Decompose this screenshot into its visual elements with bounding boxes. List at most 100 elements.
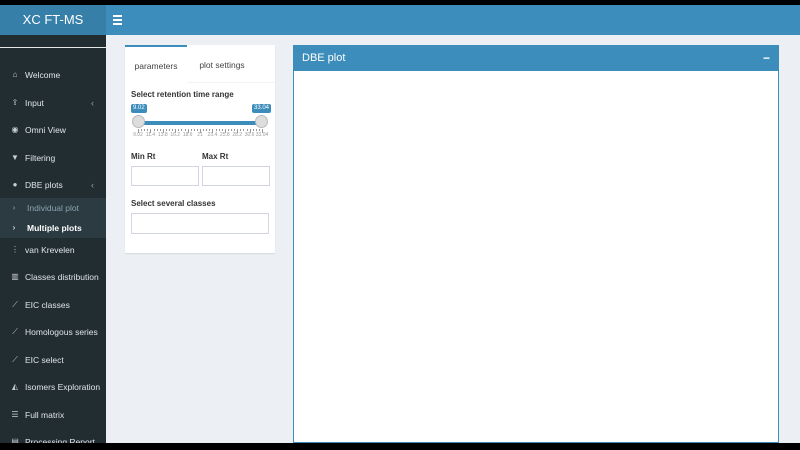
sidebar-toggle-icon[interactable] — [113, 13, 123, 27]
home-icon: ⌂ — [12, 70, 18, 79]
slider-tick — [215, 129, 217, 131]
slider-tick — [144, 129, 146, 131]
slider-tick — [231, 129, 232, 131]
slider-tick — [234, 129, 236, 131]
sidebar-item-classes-distribution[interactable]: ▥ Classes distribution — [0, 266, 106, 288]
eye-icon: ◉ — [11, 125, 19, 134]
slider-tick-label: 25.8 — [219, 132, 230, 138]
slider-to-value: 33.04 — [252, 104, 272, 113]
slider-tick — [141, 129, 143, 131]
upload-icon: ⇪ — [11, 98, 19, 107]
classes-select[interactable] — [131, 213, 269, 234]
slider-tick — [165, 129, 167, 131]
parameters-panel: parameters plot settings Select retentio… — [125, 45, 275, 253]
chevron-left-icon: ‹ — [91, 98, 94, 108]
list-icon: ☰ — [11, 410, 19, 419]
sidebar-item-label: Isomers Exploration — [25, 382, 101, 392]
sidebar-item-filtering[interactable]: ▼ Filtering — [0, 147, 106, 169]
sidebar-item-omni-view[interactable]: ◉ Omni View — [0, 119, 106, 141]
vertical-dots-icon: ⋮ — [11, 245, 19, 254]
line-chart-icon: ⟋ — [12, 327, 18, 336]
slider-tick — [172, 129, 174, 131]
app-logo[interactable]: XC FT-MS — [0, 5, 106, 35]
slider-handle-from[interactable] — [132, 115, 145, 128]
slider-tick — [221, 129, 223, 131]
slider-tick — [159, 129, 161, 131]
slider-tick — [181, 129, 183, 131]
bar-chart-icon: ▥ — [11, 272, 19, 281]
slider-tick-label: 11.4 — [145, 132, 156, 138]
slider-tick — [227, 129, 229, 131]
slider-tick — [258, 129, 260, 131]
file-icon: ▤ — [11, 437, 19, 443]
slider-tick-label: 21 — [197, 132, 203, 138]
sidebar-item-label: Input — [25, 98, 44, 108]
slider-tick — [252, 129, 254, 131]
sidebar-item-label: Individual plot — [27, 203, 79, 213]
sidebar-item-processing-report[interactable]: ▤ Processing Report — [0, 431, 106, 443]
retention-time-slider-bar[interactable] — [138, 121, 262, 125]
sidebar-item-eic-select[interactable]: ⟋ EIC select — [0, 349, 106, 371]
collapse-icon[interactable]: − — [763, 46, 770, 71]
slider-from-value: 9.02 — [131, 104, 147, 113]
circle-icon: ● — [12, 180, 18, 189]
slider-tick-label: 33.04 — [255, 132, 269, 138]
sidebar-item-label: Processing Report — [25, 437, 95, 443]
sidebar-item-eic-classes[interactable]: ⟋ EIC classes — [0, 294, 106, 316]
sidebar-subitem-multiple-plots[interactable]: › Multiple plots — [0, 218, 106, 238]
tab-parameters[interactable]: parameters — [125, 45, 187, 84]
slider-tick — [240, 129, 242, 131]
slider-tick-label: 18.6 — [182, 132, 193, 138]
tab-plot-settings[interactable]: plot settings — [189, 45, 255, 82]
slider-tick-label: 28.2 — [232, 132, 243, 138]
retention-time-label: Select retention time range — [131, 90, 234, 99]
slider-tick — [243, 129, 245, 131]
dbe-plot-header: DBE plot − — [294, 46, 778, 71]
classes-label: Select several classes — [131, 199, 216, 208]
sidebar: ⌂ Welcome ⇪ Input ‹ ◉ Omni View ▼ Filter… — [0, 35, 106, 443]
sidebar-item-welcome[interactable]: ⌂ Welcome — [0, 64, 106, 86]
filter-icon: ▼ — [11, 153, 19, 162]
slider-tick — [147, 129, 149, 131]
sidebar-item-input[interactable]: ⇪ Input ‹ — [0, 92, 106, 114]
sidebar-subitem-individual-plot[interactable]: › Individual plot — [0, 198, 106, 218]
slider-tick-label: 30.6 — [244, 132, 255, 138]
slider-tick — [169, 129, 170, 131]
bottom-black-bar — [0, 443, 800, 450]
sidebar-item-label: Omni View — [25, 125, 66, 135]
line-chart-icon: ⟋ — [12, 300, 18, 309]
main-header: XC FT-MS — [0, 5, 800, 35]
area-chart-icon: ◭ — [11, 382, 19, 391]
sidebar-item-label: DBE plots — [25, 180, 63, 190]
max-rt-input[interactable] — [202, 166, 270, 186]
slider-tick — [190, 129, 192, 131]
slider-handle-to[interactable] — [255, 115, 268, 128]
slider-tick — [178, 129, 180, 131]
max-rt-label: Max Rt — [202, 152, 229, 161]
sidebar-item-homologous-series[interactable]: ⟋ Homologous series — [0, 321, 106, 343]
dbe-plot-area — [294, 71, 778, 442]
slider-tick — [255, 129, 257, 131]
dbe-plot-title: DBE plot — [302, 52, 346, 64]
sidebar-item-dbe-plots[interactable]: ● DBE plots ‹ — [0, 174, 106, 196]
sidebar-item-isomers-exploration[interactable]: ◭ Isomers Exploration — [0, 376, 106, 398]
slider-tick — [184, 129, 186, 131]
panel-tabs: parameters plot settings — [125, 45, 275, 84]
sidebar-item-label: Filtering — [25, 153, 56, 163]
sidebar-divider — [0, 47, 106, 48]
sidebar-item-full-matrix[interactable]: ☰ Full matrix — [0, 404, 106, 426]
slider-tick-label: 16.2 — [170, 132, 181, 138]
slider-tick — [246, 129, 248, 131]
sidebar-item-label: Homologous series — [25, 327, 98, 337]
slider-tick — [196, 129, 198, 131]
sidebar-item-van-krevelen[interactable]: ⋮ van Krevelen — [0, 239, 106, 261]
slider-tick — [193, 129, 195, 131]
chevron-right-icon: › — [12, 203, 16, 212]
sidebar-item-label: Welcome — [25, 70, 61, 80]
min-rt-input[interactable] — [131, 166, 199, 186]
sidebar-item-label: Full matrix — [25, 410, 65, 420]
slider-tick — [203, 129, 205, 131]
slider-tick — [156, 129, 158, 131]
sidebar-item-label: Classes distribution — [25, 272, 99, 282]
dbe-plot-box: DBE plot − — [293, 45, 779, 443]
